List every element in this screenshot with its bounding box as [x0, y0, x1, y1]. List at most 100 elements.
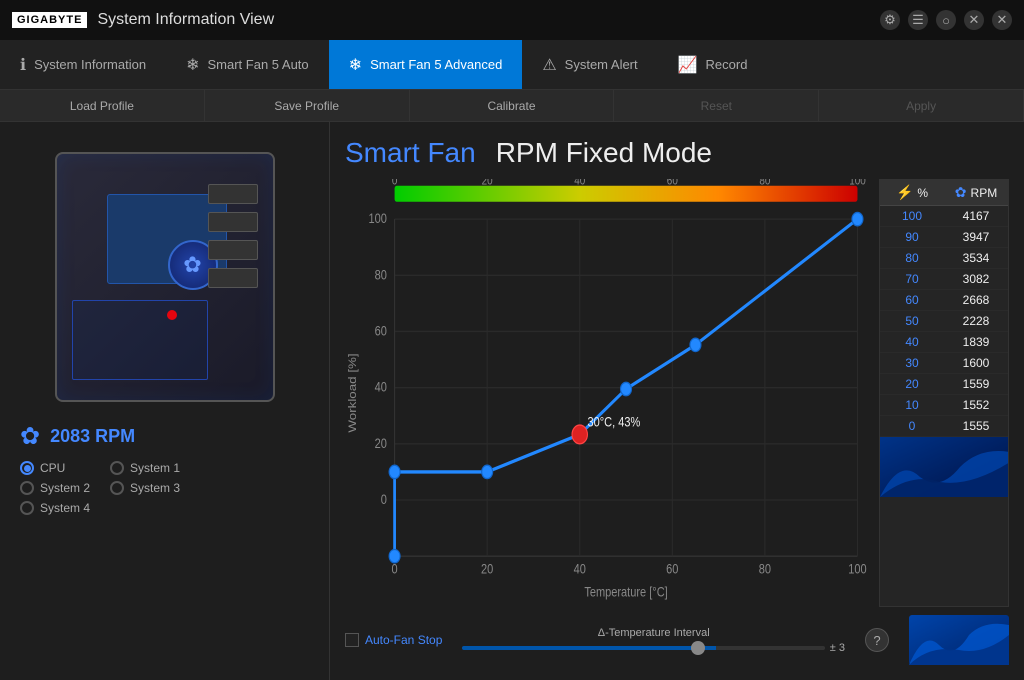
radio-system4 [20, 501, 34, 515]
tab-smart-fan-auto-label: Smart Fan 5 Auto [207, 57, 308, 72]
rpm-row-5[interactable]: 50 2228 [880, 311, 1008, 332]
slider-thumb [691, 641, 705, 655]
close-button[interactable]: ✕ [964, 10, 984, 30]
rpm-val-5: 2228 [944, 311, 1008, 331]
pc-drives [208, 184, 258, 288]
delta-label: Δ-Temperature Interval [462, 627, 845, 639]
tab-smart-fan-advanced-label: Smart Fan 5 Advanced [370, 57, 502, 72]
svg-text:60: 60 [375, 323, 387, 338]
rpm-table-header: ⚡ % ✿ RPM [880, 180, 1008, 206]
rpm-row-8[interactable]: 20 1559 [880, 374, 1008, 395]
calibrate-button[interactable]: Calibrate [410, 90, 615, 121]
rpm-table: ⚡ % ✿ RPM 100 4167 90 3947 [879, 179, 1009, 607]
settings-button[interactable]: ⚙ [880, 10, 900, 30]
svg-text:40: 40 [375, 380, 387, 395]
fan-chart-svg[interactable]: 0 20 40 60 80 100 [345, 179, 874, 607]
rpm-row-9[interactable]: 10 1552 [880, 395, 1008, 416]
rpm-row-6[interactable]: 40 1839 [880, 332, 1008, 353]
toolbar: Load Profile Save Profile Calibrate Rese… [0, 90, 1024, 122]
svg-text:Temperature [°C]: Temperature [°C] [584, 584, 667, 599]
tab-record-label: Record [706, 57, 748, 72]
chart-header: Smart Fan RPM Fixed Mode [345, 137, 1009, 169]
fan-source-cpu[interactable]: CPU [20, 461, 90, 475]
pc-illustration: ✿ [25, 142, 305, 412]
fan-auto-icon: ❄ [186, 55, 199, 75]
rpm-pct-9: 10 [880, 395, 944, 415]
rpm-row-4[interactable]: 60 2668 [880, 290, 1008, 311]
mode-title: RPM Fixed Mode [496, 137, 712, 169]
radio-system2 [20, 481, 34, 495]
svg-text:100: 100 [368, 211, 387, 226]
pc-drive-3 [208, 240, 258, 260]
fan-big-icon: ✿ [20, 422, 40, 451]
smart-fan-title: Smart Fan [345, 137, 476, 169]
gigabyte-logo: GIGABYTE [12, 12, 87, 28]
rpm-row-0[interactable]: 100 4167 [880, 206, 1008, 227]
nav-tabs: ℹ System Information ❄ Smart Fan 5 Auto … [0, 40, 1024, 90]
fan-source-system1[interactable]: System 1 [110, 461, 180, 475]
pc-case: ✿ [55, 152, 275, 402]
list-button[interactable]: ☰ [908, 10, 928, 30]
fan-source-system4[interactable]: System 4 [20, 501, 90, 515]
tab-system-info[interactable]: ℹ System Information [0, 40, 166, 89]
svg-text:40: 40 [574, 179, 585, 188]
fan-info: ✿ 2083 RPM [20, 422, 135, 451]
title-controls: ⚙ ☰ ○ ✕ ✕ [880, 10, 1012, 30]
tab-record[interactable]: 📈 Record [658, 40, 768, 89]
fan-source-system1-label: System 1 [130, 461, 180, 475]
rpm-pct-0: 100 [880, 206, 944, 226]
title-left: GIGABYTE System Information View [12, 11, 274, 29]
auto-fan-stop-label: Auto-Fan Stop [365, 633, 442, 647]
rpm-val-7: 1600 [944, 353, 1008, 373]
fan-source-cpu-label: CPU [40, 461, 65, 475]
pc-drive-4 [208, 268, 258, 288]
fan-source-system4-label: System 4 [40, 501, 90, 515]
svg-text:0: 0 [381, 492, 387, 507]
main-content: ✿ ✿ 2083 RPM [0, 122, 1024, 680]
title-bar: GIGABYTE System Information View ⚙ ☰ ○ ✕… [0, 0, 1024, 40]
pc-motherboard [72, 300, 208, 380]
slider-row: ± 3 [462, 642, 845, 654]
rpm-row-10[interactable]: 0 1555 [880, 416, 1008, 437]
rpm-val-4: 2668 [944, 290, 1008, 310]
auto-fan-stop-checkbox[interactable] [345, 633, 359, 647]
help-button[interactable]: ? [865, 628, 889, 652]
apply-button[interactable]: Apply [819, 90, 1024, 121]
delta-slider[interactable] [462, 646, 824, 650]
chart-wrapper: 0 20 40 60 80 100 [345, 179, 874, 607]
rpm-pct-8: 20 [880, 374, 944, 394]
auto-fan-stop[interactable]: Auto-Fan Stop [345, 633, 442, 647]
radio-system1 [110, 461, 124, 475]
svg-text:20: 20 [481, 562, 493, 577]
rpm-val-8: 1559 [944, 374, 1008, 394]
reset-button[interactable]: Reset [614, 90, 819, 121]
rpm-val-0: 4167 [944, 206, 1008, 226]
minimize-button[interactable]: ○ [936, 10, 956, 30]
tab-smart-fan-advanced[interactable]: ❄ Smart Fan 5 Advanced [329, 40, 523, 89]
rpm-row-1[interactable]: 90 3947 [880, 227, 1008, 248]
rpm-row-2[interactable]: 80 3534 [880, 248, 1008, 269]
tab-system-info-label: System Information [34, 57, 146, 72]
rpm-row-7[interactable]: 30 1600 [880, 353, 1008, 374]
bottom-controls: Auto-Fan Stop Δ-Temperature Interval ± 3… [345, 615, 1009, 665]
svg-text:0: 0 [392, 562, 398, 577]
rpm-col-percent: ⚡ % [880, 180, 944, 205]
rpm-pct-2: 80 [880, 248, 944, 268]
pc-drive-1 [208, 184, 258, 204]
alert-icon: ⚠ [542, 55, 556, 75]
fan-source-system3[interactable]: System 3 [110, 481, 180, 495]
tab-smart-fan-auto[interactable]: ❄ Smart Fan 5 Auto [166, 40, 329, 89]
load-profile-button[interactable]: Load Profile [0, 90, 205, 121]
rpm-val-2: 3534 [944, 248, 1008, 268]
tab-system-alert-label: System Alert [565, 57, 638, 72]
close-button2[interactable]: ✕ [992, 10, 1012, 30]
rpm-row-3[interactable]: 70 3082 [880, 269, 1008, 290]
fan-adv-icon: ❄ [349, 55, 362, 75]
pc-drive-2 [208, 212, 258, 232]
svg-text:100: 100 [849, 179, 866, 188]
fan-source-system2[interactable]: System 2 [20, 481, 90, 495]
tab-system-alert[interactable]: ⚠ System Alert [522, 40, 657, 89]
save-profile-button[interactable]: Save Profile [205, 90, 410, 121]
rpm-pct-6: 40 [880, 332, 944, 352]
delta-temperature: Δ-Temperature Interval ± 3 [462, 627, 845, 654]
